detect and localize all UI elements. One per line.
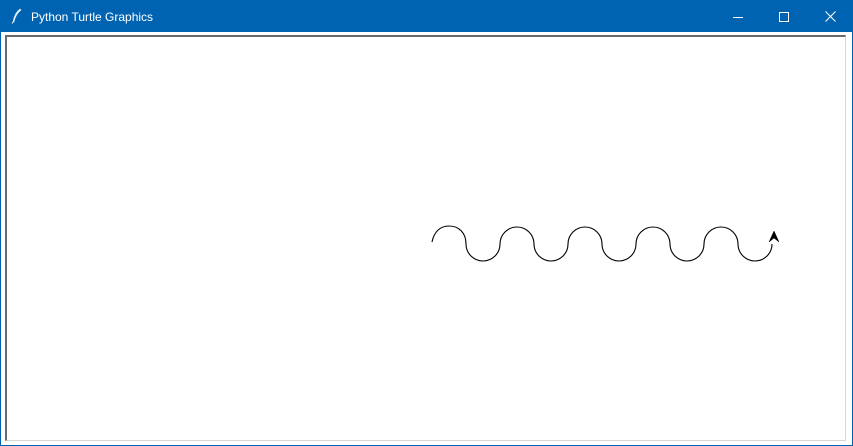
turtle-drawing — [431, 225, 780, 262]
wave-path — [431, 225, 773, 262]
window-client-area — [1, 32, 852, 445]
maximize-button[interactable] — [761, 1, 807, 32]
maximize-icon — [779, 11, 789, 22]
minimize-icon — [733, 16, 743, 18]
title-bar[interactable]: Python Turtle Graphics — [1, 1, 852, 32]
turtle-arrow-icon — [768, 230, 780, 243]
close-icon — [824, 11, 836, 22]
minimize-button[interactable] — [715, 1, 761, 32]
window-title: Python Turtle Graphics — [31, 10, 154, 24]
feather-icon — [10, 8, 24, 24]
turtle-canvas[interactable] — [5, 35, 846, 441]
turtle-window: Python Turtle Graphics — [0, 0, 853, 446]
close-button[interactable] — [807, 1, 853, 32]
